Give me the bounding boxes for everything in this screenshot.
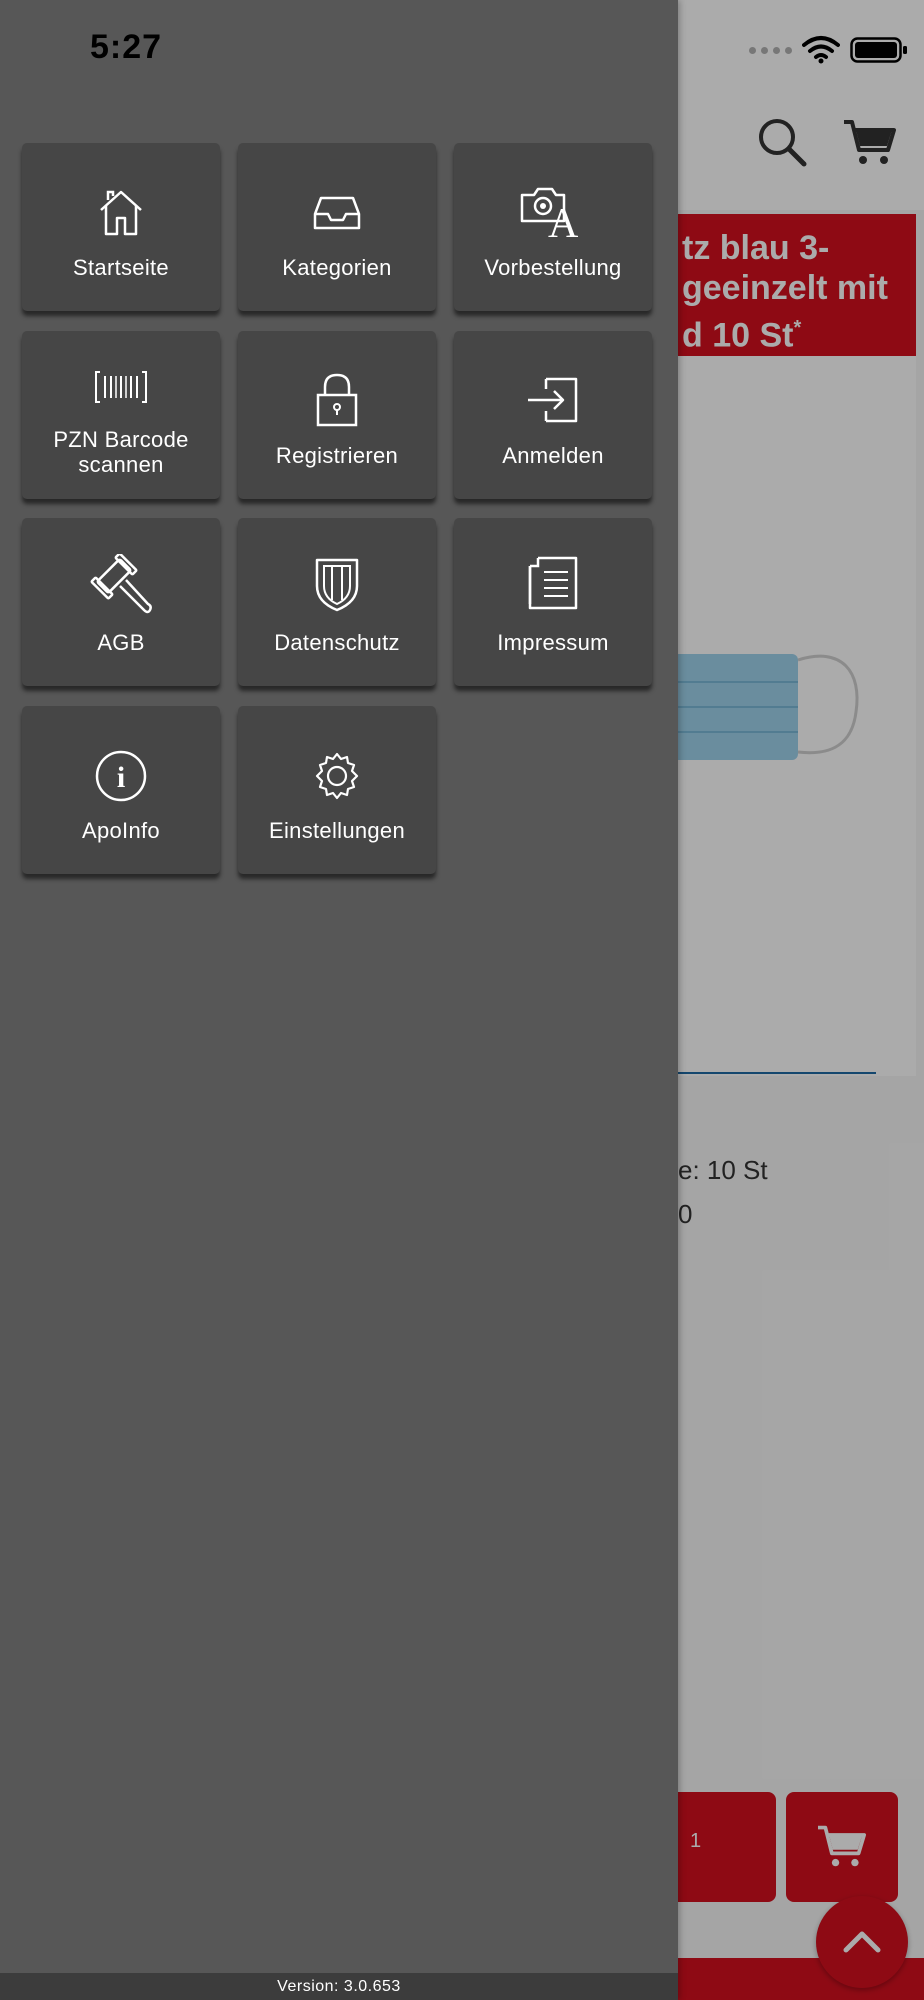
wifi-icon	[802, 36, 840, 64]
menu-item-label: ApoInfo	[82, 818, 160, 843]
menu-item-agb[interactable]: AGB	[22, 518, 220, 686]
menu-item-einstellungen[interactable]: Einstellungen	[238, 706, 436, 874]
document-icon	[528, 556, 578, 610]
menu-item-apoinfo[interactable]: i ApoInfo	[22, 706, 220, 874]
cellular-signal-icon	[749, 46, 792, 54]
menu-item-label: Registrieren	[275, 443, 399, 468]
status-time: 5:27	[90, 28, 163, 66]
app-version: Version: 3.0.653	[0, 1973, 678, 2000]
lock-icon	[316, 373, 358, 427]
barcode-icon	[95, 371, 147, 403]
menu-item-startseite[interactable]: Startseite	[22, 143, 220, 311]
menu-item-impressum[interactable]: Impressum	[454, 518, 652, 686]
shield-icon	[315, 558, 359, 612]
info-icon: i	[95, 750, 147, 802]
menu-item-datenschutz[interactable]: Datenschutz	[238, 518, 436, 686]
menu-item-label: Anmelden	[502, 443, 604, 468]
menu-item-label: Startseite	[73, 255, 169, 280]
menu-item-label: Impressum	[497, 630, 609, 655]
camera-prescription-icon: A	[520, 187, 579, 239]
menu-item-pzn-barcode-scannen[interactable]: PZN Barcode scannen	[22, 331, 220, 499]
menu-item-label: Datenschutz	[274, 630, 400, 655]
battery-icon	[850, 37, 907, 63]
menu-item-label: PZN Barcode scannen	[53, 427, 189, 477]
menu-item-vorbestellung[interactable]: A Vorbestellung	[454, 143, 652, 311]
login-icon	[528, 377, 578, 423]
inbox-icon	[313, 196, 361, 230]
svg-text:i: i	[117, 761, 125, 794]
menu-item-label: Vorbestellung	[484, 255, 622, 280]
menu-item-registrieren[interactable]: Registrieren	[238, 331, 436, 499]
menu-item-label: Kategorien	[282, 255, 392, 280]
gavel-icon	[90, 554, 152, 614]
menu-item-label: Einstellungen	[269, 818, 405, 843]
menu-item-label: AGB	[97, 630, 145, 655]
svg-text:A: A	[548, 201, 579, 239]
navigation-drawer: 5:27 Startseite Kategorien A Vorbestellu…	[0, 0, 678, 2000]
gear-icon	[315, 752, 359, 800]
menu-item-kategorien[interactable]: Kategorien	[238, 143, 436, 311]
home-icon	[100, 190, 142, 236]
status-bar-indicators	[749, 30, 908, 70]
menu-item-anmelden[interactable]: Anmelden	[454, 331, 652, 499]
